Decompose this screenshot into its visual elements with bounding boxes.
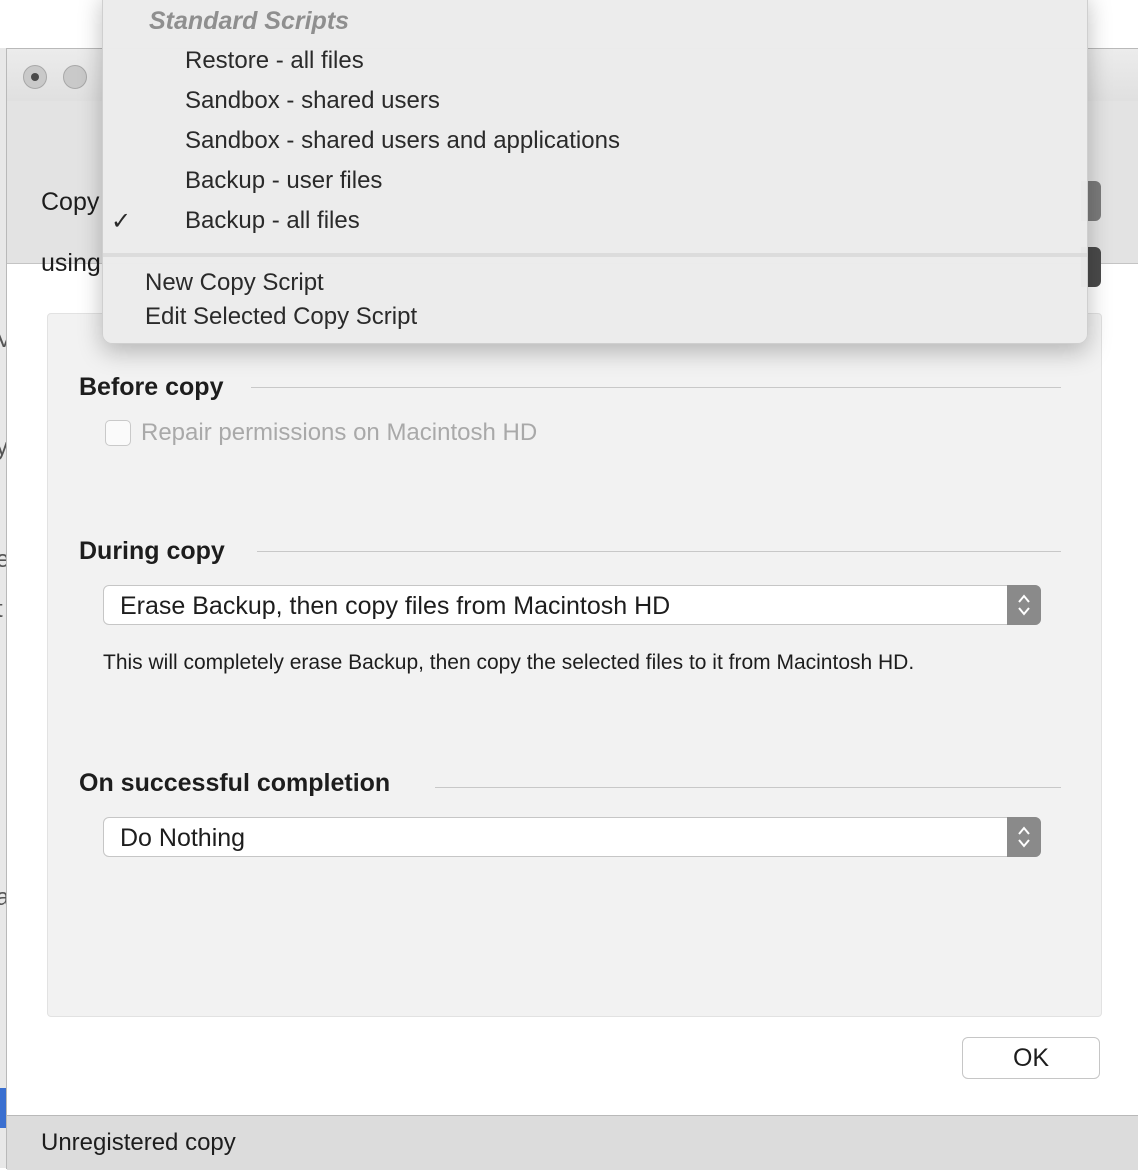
status-bar: Unregistered copy (7, 1115, 1138, 1170)
before-copy-title: Before copy (79, 373, 224, 401)
section-divider (435, 787, 1061, 788)
repair-permissions-row: Repair permissions on Macintosh HD (105, 419, 537, 447)
registration-status: Unregistered copy (41, 1129, 236, 1156)
minimize-button-icon[interactable] (63, 65, 87, 89)
menu-item-backup-all-files[interactable]: Backup - all files (185, 207, 360, 235)
during-copy-select[interactable]: Erase Backup, then copy files from Macin… (103, 585, 1041, 625)
copy-label: Copy (41, 188, 100, 216)
checkmark-icon: ✓ (111, 208, 132, 235)
during-copy-description: This will completely erase Backup, then … (103, 651, 915, 674)
section-divider (257, 551, 1061, 552)
repair-permissions-checkbox[interactable] (105, 420, 131, 446)
ok-button[interactable]: OK (962, 1037, 1100, 1079)
menu-separator (103, 253, 1087, 257)
on-completion-select[interactable]: Do Nothing (103, 817, 1041, 857)
on-completion-title: On successful completion (79, 769, 391, 797)
on-completion-select-value: Do Nothing (120, 824, 246, 852)
during-copy-title: During copy (79, 537, 225, 565)
menu-section-header: Standard Scripts (149, 7, 350, 35)
menu-item-new-copy-script[interactable]: New Copy Script (145, 269, 324, 297)
background-glyph: t (0, 596, 3, 624)
up-down-chevron-icon (1007, 585, 1041, 625)
copy-script-menu: Standard Scripts Restore - all files San… (102, 0, 1088, 344)
menu-item-sandbox-shared-users[interactable]: Sandbox - shared users (185, 87, 440, 115)
during-copy-select-value: Erase Backup, then copy files from Macin… (120, 592, 671, 620)
menu-item-sandbox-shared-users-apps[interactable]: Sandbox - shared users and applications (185, 127, 620, 155)
using-label: using (41, 249, 101, 277)
menu-item-restore-all-files[interactable]: Restore - all files (185, 47, 364, 75)
section-divider (251, 387, 1061, 388)
repair-permissions-label: Repair permissions on Macintosh HD (141, 419, 538, 446)
up-down-chevron-icon (1007, 817, 1041, 857)
menu-item-edit-copy-script[interactable]: Edit Selected Copy Script (145, 303, 417, 331)
menu-item-backup-user-files[interactable]: Backup - user files (185, 167, 382, 195)
close-button-icon[interactable] (23, 65, 47, 89)
